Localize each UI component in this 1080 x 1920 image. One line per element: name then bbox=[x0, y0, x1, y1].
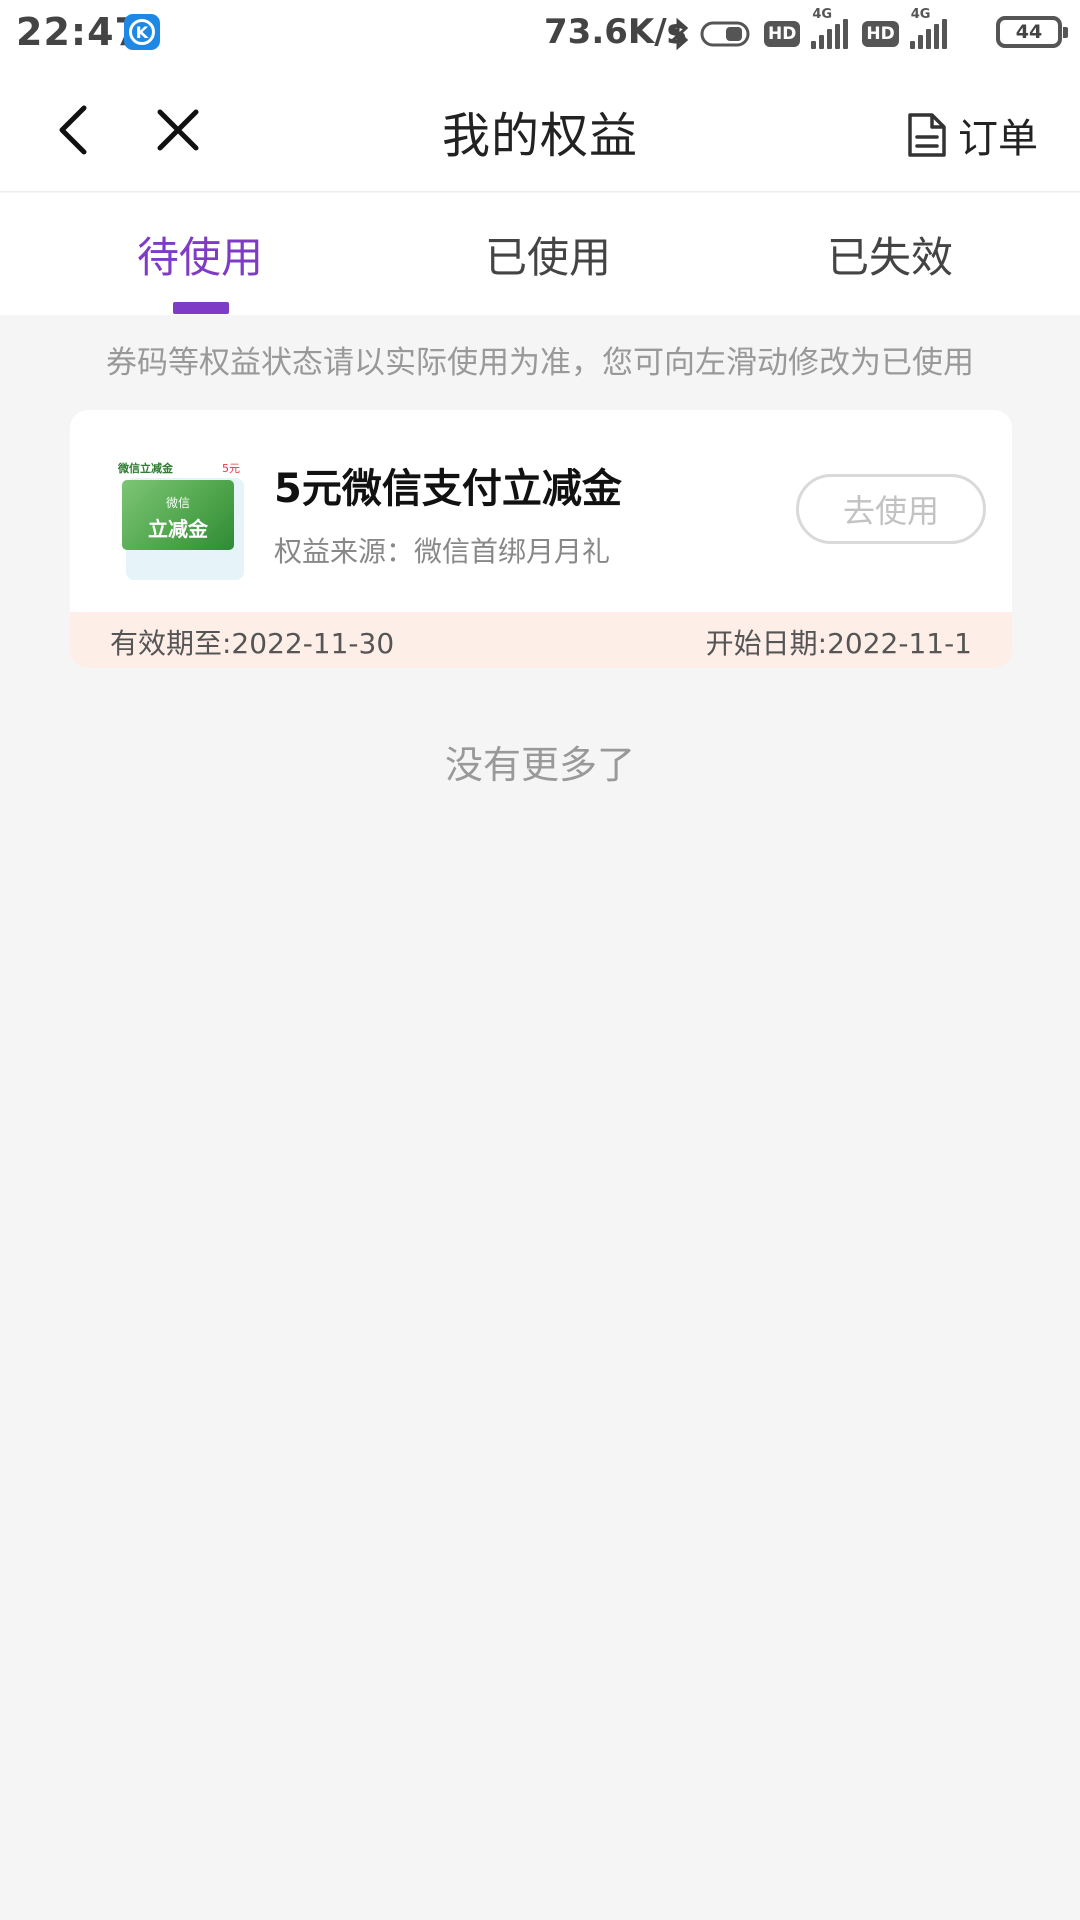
status-icons: HD 4G HD 4G bbox=[664, 7, 961, 56]
bluetooth-icon bbox=[669, 17, 689, 51]
thumbnail-card: 微信 立减金 bbox=[122, 480, 234, 550]
coupon-thumbnail: 微信立减金 5元 微信 立减金 bbox=[118, 460, 244, 580]
list-end-text: 没有更多了 bbox=[444, 743, 635, 787]
coupon-start-date: 开始日期:2022-11-1 bbox=[705, 627, 972, 660]
app-notification-letter: K bbox=[129, 19, 155, 45]
thumbnail-price: 5元 bbox=[222, 462, 240, 475]
order-button[interactable]: 订单 bbox=[904, 106, 1038, 164]
tab-expired[interactable]: 已失效 bbox=[710, 193, 1070, 315]
hd-icon: HD bbox=[764, 21, 801, 47]
order-label: 订单 bbox=[958, 116, 1038, 162]
coupon-card[interactable]: 微信立减金 5元 微信 立减金 5元微信支付立减金 权益来源：微信首绑月月礼 去… bbox=[70, 410, 1012, 668]
use-button[interactable]: 去使用 bbox=[796, 474, 986, 544]
page: 22:47 K 73.6K/s HD 4G HD 4G 44 我的权益 订单 待… bbox=[0, 0, 1080, 1920]
coupon-expire-date: 有效期至:2022-11-30 bbox=[110, 627, 395, 660]
coupon-footer: 有效期至:2022-11-30 开始日期:2022-11-1 bbox=[70, 612, 1012, 668]
app-notification-icon: K bbox=[124, 14, 160, 50]
signal-4g-icon: 4G bbox=[808, 7, 849, 49]
page-title: 我的权益 bbox=[441, 108, 638, 164]
status-bar: 22:47 K 73.6K/s HD 4G HD 4G 44 bbox=[0, 0, 1080, 66]
toggle-icon bbox=[700, 21, 750, 47]
signal-4g-icon: 4G bbox=[907, 7, 947, 49]
thumbnail-sub: 微信 bbox=[165, 496, 190, 510]
tab-pending[interactable]: 待使用 bbox=[20, 193, 380, 315]
coupon-source: 权益来源：微信首绑月月礼 bbox=[274, 535, 611, 568]
document-icon bbox=[908, 113, 946, 157]
status-notice: 券码等权益状态请以实际使用为准，您可向左滑动修改为已使用 bbox=[106, 345, 974, 381]
thumbnail-header: 微信立减金 bbox=[118, 462, 173, 475]
network-type-label: 4G bbox=[812, 7, 833, 22]
close-icon[interactable] bbox=[154, 106, 202, 154]
nav-bar: 我的权益 订单 bbox=[0, 66, 1080, 192]
tab-bar: 待使用 已使用 已失效 bbox=[0, 193, 1080, 315]
thumbnail-main: 立减金 bbox=[148, 517, 208, 541]
coupon-title: 5元微信支付立减金 bbox=[274, 466, 622, 512]
network-type-label: 4G bbox=[910, 7, 931, 22]
battery-icon: 44 bbox=[996, 16, 1068, 48]
hd-icon: HD bbox=[862, 21, 899, 47]
back-icon[interactable] bbox=[52, 102, 100, 158]
tab-indicator bbox=[173, 302, 229, 314]
tab-used[interactable]: 已使用 bbox=[368, 193, 728, 315]
